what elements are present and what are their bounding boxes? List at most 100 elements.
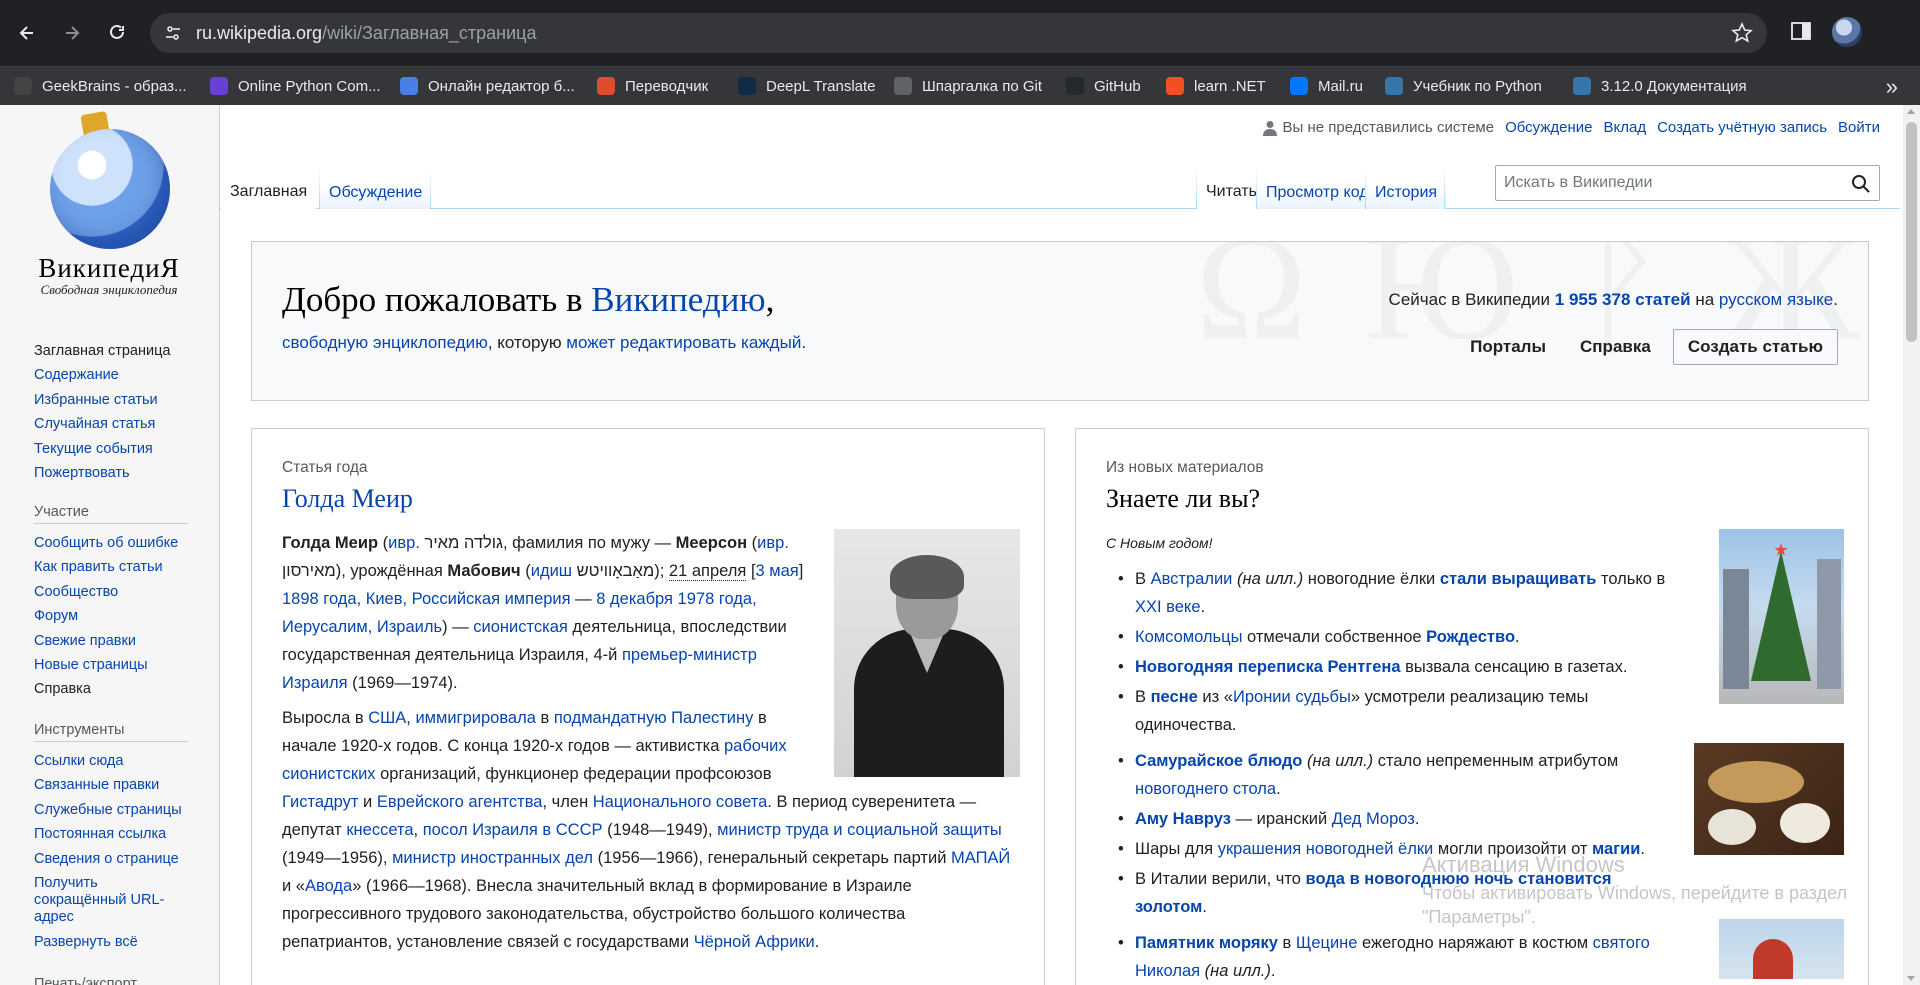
sidebar-item-participation-4[interactable]: Свежие правки: [34, 629, 188, 653]
bookmark-item[interactable]: Учебник по Python: [1385, 67, 1542, 105]
inline-link[interactable]: стали выращивать: [1440, 570, 1597, 588]
tab-main-page[interactable]: Заглавная: [221, 167, 317, 209]
create-article-button[interactable]: Создать статью: [1672, 329, 1838, 365]
sidebar-item-participation-6[interactable]: Справка: [34, 677, 188, 701]
sidebar-item-participation-5[interactable]: Новые страницы: [34, 653, 188, 677]
inline-link[interactable]: Австралии: [1151, 570, 1233, 588]
sidebar-item-tools-5[interactable]: Получить сокращённый URL-адрес: [34, 875, 184, 926]
inline-link[interactable]: Рождество: [1426, 628, 1515, 646]
side-panel-icon[interactable]: [1790, 20, 1812, 47]
sidebar-item-tools-4[interactable]: Сведения о странице: [34, 847, 188, 871]
sidebar-item-tools-1[interactable]: Связанные правки: [34, 773, 188, 797]
anyone-can-edit-link[interactable]: может редактировать каждый: [566, 333, 801, 352]
inline-link[interactable]: Комсомольцы: [1135, 628, 1242, 646]
user-talk-link[interactable]: Обсуждение: [1505, 119, 1592, 136]
sidebar-item-participation-0[interactable]: Сообщить об ошибке: [34, 531, 188, 555]
article-count-link[interactable]: 1 955 378 статей: [1555, 290, 1691, 309]
bookmark-item[interactable]: GitHub: [1066, 67, 1141, 105]
bookmark-item[interactable]: Online Python Com...: [210, 67, 381, 105]
help-button[interactable]: Справка: [1568, 330, 1663, 364]
russian-language-link[interactable]: русском языке: [1719, 290, 1833, 309]
inline-link[interactable]: Аму Навруз: [1135, 810, 1231, 828]
sidebar-item-tools-0[interactable]: Ссылки сюда: [34, 749, 188, 773]
inline-link[interactable]: Самурайское блюдо: [1135, 752, 1302, 770]
tab-talk[interactable]: Обсуждение: [320, 167, 432, 209]
inline-link[interactable]: украшения новогодней ёлки: [1218, 840, 1434, 858]
wikipedia-link[interactable]: Википедию: [591, 280, 765, 319]
inline-link[interactable]: 3 мая: [756, 562, 799, 580]
sidebar-item-main-2[interactable]: Избранные статьи: [34, 388, 170, 412]
forward-button[interactable]: [55, 16, 89, 50]
inline-link[interactable]: 1898 года, Киев, Российская империя: [282, 590, 571, 608]
text-run: (1949—1956),: [282, 849, 393, 867]
sidebar-item-main-0[interactable]: Заглавная страница: [34, 339, 170, 363]
free-encyclopedia-link[interactable]: свободную энциклопедию: [282, 333, 488, 352]
inline-link[interactable]: Гистадрут: [282, 793, 358, 811]
tab-history[interactable]: История: [1366, 167, 1447, 209]
sidebar-item-participation-3[interactable]: Форум: [34, 604, 188, 628]
profile-avatar[interactable]: [1832, 17, 1862, 47]
create-account-link[interactable]: Создать учётную запись: [1657, 119, 1827, 136]
inline-link[interactable]: песне: [1151, 688, 1198, 706]
sidebar-item-participation-2[interactable]: Сообщество: [34, 580, 188, 604]
inline-link[interactable]: ивр.: [388, 534, 420, 552]
scroll-thumb[interactable]: [1906, 122, 1917, 342]
portals-button[interactable]: Порталы: [1458, 330, 1558, 364]
inline-link[interactable]: Авода: [305, 877, 352, 895]
inline-link[interactable]: сионистская: [473, 618, 568, 636]
australia-christmas-tree-image[interactable]: [1719, 529, 1844, 704]
inline-link[interactable]: идиш: [531, 562, 572, 580]
inline-link[interactable]: США: [368, 709, 406, 727]
inline-link[interactable]: Еврейского агентства: [377, 793, 543, 811]
inline-link[interactable]: Иронии судьбы: [1233, 688, 1351, 706]
inline-link[interactable]: иммигрировала: [415, 709, 535, 727]
page-scrollbar[interactable]: [1903, 105, 1920, 985]
inline-link[interactable]: подмандатную Палестину: [554, 709, 754, 727]
sidebar-item-main-5[interactable]: Пожертвовать: [34, 461, 170, 485]
sidebar-item-tools-6[interactable]: Развернуть всё: [34, 930, 188, 954]
inline-link[interactable]: Национального совета: [593, 793, 768, 811]
golda-meir-portrait[interactable]: [834, 529, 1020, 777]
user-contributions-link[interactable]: Вклад: [1603, 119, 1646, 136]
search-icon[interactable]: [1851, 174, 1871, 199]
inline-link[interactable]: XXI веке: [1135, 598, 1201, 616]
bookmark-item[interactable]: DeepL Translate: [738, 67, 876, 105]
inline-link[interactable]: министр труда и социальной защиты: [717, 821, 1002, 839]
bookmark-item[interactable]: GeekBrains - образ...: [14, 67, 187, 105]
search-input[interactable]: [1496, 166, 1836, 200]
search-box[interactable]: [1495, 165, 1880, 201]
inline-link[interactable]: Новогодняя переписка Рентгена: [1135, 658, 1401, 676]
italic-text: (на илл.): [1232, 570, 1304, 588]
inline-link[interactable]: Памятник моряку: [1135, 934, 1278, 952]
inline-link[interactable]: Дед Мороз: [1332, 810, 1415, 828]
inline-link[interactable]: Чёрной Африки: [694, 933, 815, 951]
sidebar-item-main-3[interactable]: Случайная статья: [34, 412, 170, 436]
sidebar-item-main-4[interactable]: Текущие события: [34, 437, 170, 461]
inline-link[interactable]: новогоднего стола: [1135, 780, 1276, 798]
sidebar-item-main-1[interactable]: Содержание: [34, 363, 170, 387]
bookmark-item[interactable]: Mail.ru: [1290, 67, 1363, 105]
inline-link[interactable]: министр иностранных дел: [392, 849, 593, 867]
inline-link[interactable]: кнессета: [346, 821, 413, 839]
wikipedia-logo[interactable]: ВикипедиЯ Свободная энциклопедия: [22, 107, 192, 297]
bookmark-item[interactable]: Онлайн редактор б...: [400, 67, 575, 105]
samurai-dish-image[interactable]: [1694, 743, 1844, 855]
address-bar[interactable]: ru.wikipedia.org/wiki/Заглавная_страница: [150, 13, 1767, 53]
site-info-icon[interactable]: [164, 24, 182, 47]
more-bookmarks-chevron-icon[interactable]: »: [1886, 74, 1898, 100]
inline-link[interactable]: ивр.: [757, 534, 789, 552]
bookmark-item[interactable]: Переводчик: [597, 67, 708, 105]
sidebar-item-tools-3[interactable]: Постоянная ссылка: [34, 822, 188, 846]
login-link[interactable]: Войти: [1838, 119, 1880, 136]
bookmark-item[interactable]: 3.12.0 Документация: [1573, 67, 1747, 105]
bookmark-star-icon[interactable]: [1731, 22, 1753, 49]
bookmark-item[interactable]: Шпаргалка по Git: [894, 67, 1042, 105]
inline-link[interactable]: Щецине: [1296, 934, 1358, 952]
inline-link[interactable]: МАПАЙ: [951, 849, 1010, 867]
bookmark-item[interactable]: learn .NET: [1166, 67, 1266, 105]
sidebar-item-tools-2[interactable]: Служебные страницы: [34, 798, 188, 822]
inline-link[interactable]: посол Израиля в СССР: [423, 821, 603, 839]
back-button[interactable]: [10, 16, 44, 50]
reload-button[interactable]: [100, 16, 134, 50]
sidebar-item-participation-1[interactable]: Как править статьи: [34, 555, 188, 579]
